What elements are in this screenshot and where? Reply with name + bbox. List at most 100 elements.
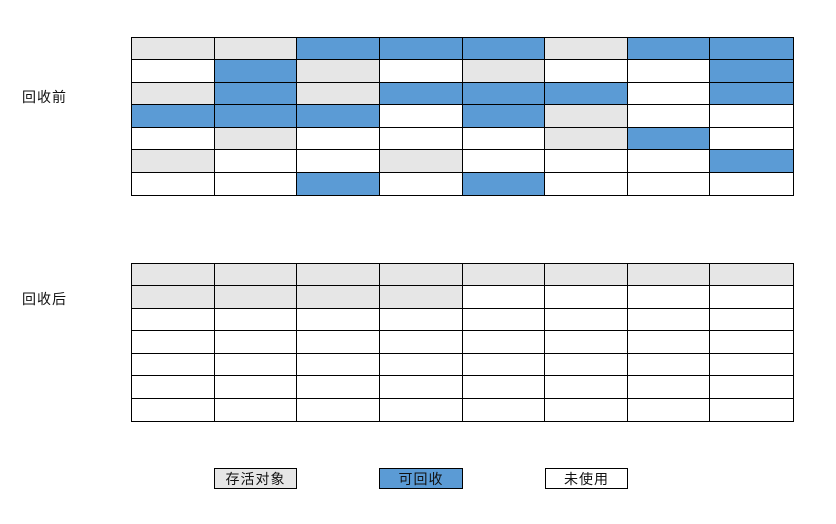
unused-cell — [379, 331, 463, 354]
unused-cell — [297, 127, 380, 151]
unused-cell — [627, 82, 711, 106]
unused-cell — [710, 398, 793, 421]
memory-grid-after — [131, 263, 794, 422]
reclaimable-cell — [462, 105, 546, 128]
unused-cell — [214, 353, 298, 377]
reclaimable-cell — [545, 82, 628, 106]
unused-cell — [627, 60, 711, 83]
reclaimable-cell — [214, 105, 298, 128]
legend-unused: 未使用 — [545, 468, 628, 489]
live-object-cell — [132, 150, 215, 173]
live-object-cell — [132, 286, 215, 309]
unused-cell — [627, 286, 711, 309]
unused-cell — [214, 376, 298, 399]
reclaimable-cell — [462, 38, 546, 61]
unused-cell — [627, 150, 711, 173]
unused-cell — [379, 105, 463, 128]
unused-cell — [132, 60, 215, 83]
live-object-cell — [297, 264, 380, 287]
reclaimable-cell — [710, 60, 793, 83]
unused-cell — [462, 353, 546, 377]
live-object-cell — [627, 264, 711, 287]
unused-cell — [710, 331, 793, 354]
reclaimable-cell — [627, 38, 711, 61]
reclaimable-cell — [297, 172, 380, 195]
unused-cell — [545, 376, 628, 399]
unused-cell — [627, 172, 711, 195]
reclaimable-cell — [379, 82, 463, 106]
reclaimable-cell — [627, 127, 711, 151]
unused-cell — [545, 60, 628, 83]
unused-cell — [545, 286, 628, 309]
unused-cell — [132, 353, 215, 377]
unused-cell — [379, 127, 463, 151]
unused-cell — [132, 127, 215, 151]
unused-cell — [545, 308, 628, 332]
unused-cell — [462, 286, 546, 309]
unused-cell — [710, 127, 793, 151]
reclaimable-cell — [710, 38, 793, 61]
unused-cell — [545, 398, 628, 421]
live-object-cell — [132, 264, 215, 287]
unused-cell — [379, 398, 463, 421]
reclaimable-cell — [214, 60, 298, 83]
unused-cell — [379, 172, 463, 195]
unused-cell — [545, 150, 628, 173]
unused-cell — [132, 172, 215, 195]
unused-cell — [710, 105, 793, 128]
legend-reclaimable: 可回收 — [379, 468, 463, 489]
live-object-cell — [214, 127, 298, 151]
unused-cell — [627, 331, 711, 354]
live-object-cell — [132, 38, 215, 61]
unused-cell — [627, 398, 711, 421]
live-object-cell — [214, 38, 298, 61]
unused-cell — [297, 398, 380, 421]
live-object-cell — [545, 105, 628, 128]
reclaimable-cell — [297, 105, 380, 128]
reclaimable-cell — [710, 150, 793, 173]
unused-cell — [462, 150, 546, 173]
unused-cell — [627, 353, 711, 377]
live-object-cell — [214, 264, 298, 287]
unused-cell — [627, 105, 711, 128]
unused-cell — [214, 150, 298, 173]
after-collection-label: 回收后 — [22, 292, 67, 308]
reclaimable-cell — [710, 82, 793, 106]
live-object-cell — [462, 264, 546, 287]
unused-cell — [710, 353, 793, 377]
unused-cell — [214, 308, 298, 332]
unused-cell — [462, 331, 546, 354]
memory-grid-before — [131, 37, 794, 196]
unused-cell — [627, 376, 711, 399]
unused-cell — [297, 308, 380, 332]
live-object-cell — [379, 150, 463, 173]
legend-live-objects: 存活对象 — [214, 468, 297, 489]
live-object-cell — [297, 60, 380, 83]
unused-cell — [297, 376, 380, 399]
unused-cell — [462, 127, 546, 151]
live-object-cell — [214, 286, 298, 309]
unused-cell — [214, 331, 298, 354]
live-object-cell — [462, 60, 546, 83]
live-object-cell — [132, 82, 215, 106]
unused-cell — [297, 150, 380, 173]
unused-cell — [214, 172, 298, 195]
unused-cell — [214, 398, 298, 421]
unused-cell — [379, 308, 463, 332]
unused-cell — [379, 353, 463, 377]
live-object-cell — [710, 264, 793, 287]
unused-cell — [710, 308, 793, 332]
before-collection-label: 回收前 — [22, 90, 67, 106]
unused-cell — [462, 376, 546, 399]
reclaimable-cell — [462, 172, 546, 195]
unused-cell — [462, 308, 546, 332]
unused-cell — [462, 398, 546, 421]
live-object-cell — [379, 264, 463, 287]
reclaimable-cell — [462, 82, 546, 106]
reclaimable-cell — [297, 38, 380, 61]
live-object-cell — [545, 38, 628, 61]
unused-cell — [710, 376, 793, 399]
live-object-cell — [545, 127, 628, 151]
reclaimable-cell — [132, 105, 215, 128]
unused-cell — [379, 60, 463, 83]
